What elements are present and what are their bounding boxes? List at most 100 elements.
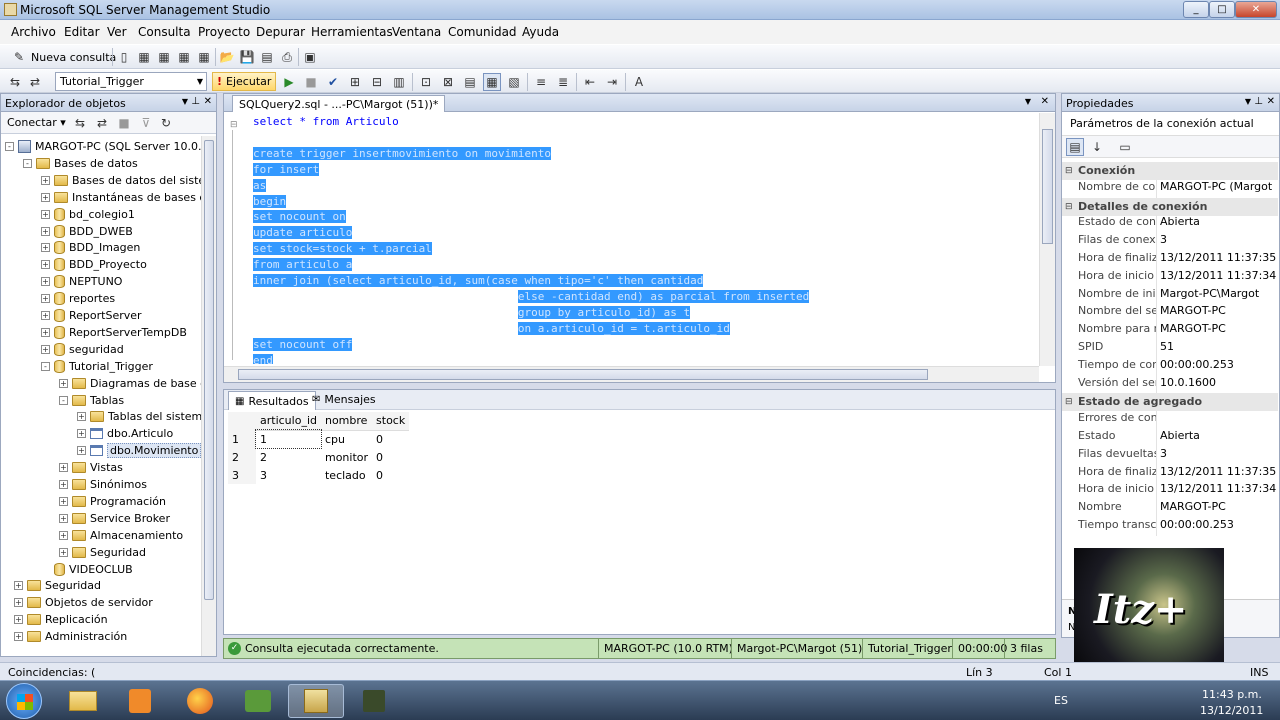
tab-messages[interactable]: ✉ Mensajes <box>312 393 376 406</box>
analysis-query-icon[interactable]: ▦ <box>155 48 173 66</box>
property-row[interactable]: Estado de conexicAbierta <box>1062 215 1278 234</box>
column-header[interactable]: nombre <box>320 412 373 431</box>
property-row[interactable]: Errores de conexic <box>1062 411 1278 430</box>
refresh-icon[interactable]: ↻ <box>157 114 175 132</box>
expand-icon[interactable]: + <box>77 429 86 439</box>
expand-icon[interactable]: + <box>41 277 50 287</box>
menu-comunidad[interactable]: Comunidad <box>448 25 517 39</box>
clock-date[interactable]: 13/12/2011 <box>1200 704 1263 717</box>
code-line[interactable]: as <box>253 178 267 194</box>
results-file-icon[interactable]: ▧ <box>505 73 523 91</box>
editor-vscrollbar[interactable] <box>1039 113 1055 366</box>
chevron-down-icon[interactable]: ▼ <box>1245 97 1251 106</box>
properties-object-selector[interactable]: Parámetros de la conexión actual <box>1062 112 1279 136</box>
property-row[interactable]: Hora de inicio 13/12/2011 11:37:34 p <box>1062 482 1278 501</box>
code-line[interactable]: group by articulo_id) as t <box>253 305 691 321</box>
code-line[interactable]: set nocount on <box>253 209 346 225</box>
expand-icon[interactable]: + <box>59 463 68 473</box>
property-row[interactable]: Tiempo de conexi00:00:00.253 <box>1062 357 1278 376</box>
save-icon[interactable]: 💾 <box>238 48 256 66</box>
categorized-icon[interactable]: ▤ <box>1066 138 1084 156</box>
tree-node[interactable]: - Tablas <box>59 392 124 409</box>
code-line[interactable]: begin <box>253 194 287 210</box>
close-icon[interactable]: ✕ <box>1041 96 1049 107</box>
cancel-query-icon[interactable]: ■ <box>302 73 320 91</box>
expand-icon[interactable]: + <box>41 175 50 185</box>
expand-icon[interactable]: + <box>14 581 23 591</box>
code-line[interactable]: create trigger insertmovimiento on movim… <box>253 146 552 162</box>
tree-node[interactable]: + dbo.Movimiento <box>77 442 201 459</box>
maximize-button[interactable]: □ <box>1209 1 1235 18</box>
expand-icon[interactable]: + <box>41 294 50 304</box>
language-indicator[interactable]: ES <box>1054 694 1068 707</box>
tree-node[interactable]: + BDD_DWEB <box>41 223 133 240</box>
expand-icon[interactable]: + <box>14 615 23 625</box>
ssms-taskbar-icon[interactable] <box>288 684 344 718</box>
code-line[interactable]: update articulo <box>253 225 353 241</box>
expand-icon[interactable]: + <box>14 598 23 608</box>
row-number[interactable]: 2 <box>228 448 256 466</box>
tree-node[interactable]: + Seguridad <box>59 544 146 561</box>
alphabetical-icon[interactable]: ↓ <box>1088 138 1106 156</box>
menu-ventana[interactable]: Ventana <box>392 25 441 39</box>
editor-text[interactable]: select * from Articulo create trigger ins… <box>253 114 1038 364</box>
property-row[interactable]: Filas de conexión3 <box>1062 233 1278 252</box>
open-file-icon[interactable]: 📂 <box>218 48 236 66</box>
property-row[interactable]: Hora de finalizaci13/12/2011 11:37:35 p <box>1062 464 1278 483</box>
table-cell[interactable]: teclado <box>321 466 372 484</box>
tree-node[interactable]: + Sinónimos <box>59 476 147 493</box>
menu-ayuda[interactable]: Ayuda <box>522 25 559 39</box>
specify-values-icon[interactable]: A <box>630 73 648 91</box>
explorer-taskbar-icon[interactable] <box>55 684 111 718</box>
property-row[interactable]: Filas devueltas 3 <box>1062 446 1278 465</box>
expand-icon[interactable]: + <box>14 632 23 642</box>
tree-node[interactable]: + seguridad <box>41 341 124 358</box>
tree-node[interactable]: + Administración <box>14 628 127 645</box>
menu-proyecto[interactable]: Proyecto <box>198 25 250 39</box>
tree-node[interactable]: - MARGOT-PC (SQL Server 10.0.1600 - <box>5 138 201 155</box>
table-cell[interactable]: monitor <box>321 448 372 466</box>
tree-node[interactable]: + Objetos de servidor <box>14 594 153 611</box>
menu-ver[interactable]: Ver <box>107 25 127 39</box>
code-line[interactable]: inner join (select articulo_id, sum(case… <box>253 273 704 289</box>
intellisense-icon[interactable]: ▥ <box>390 73 408 91</box>
menu-editar[interactable]: Editar <box>64 25 100 39</box>
tree-node[interactable]: + ReportServer <box>41 307 142 324</box>
table-cell[interactable]: 1 <box>255 429 322 449</box>
column-header[interactable]: stock <box>372 412 410 431</box>
tab-results[interactable]: ▦ Resultados <box>228 391 316 410</box>
table-cell[interactable]: 0 <box>372 448 409 466</box>
property-category[interactable]: Conexión ⊟ <box>1062 162 1278 180</box>
collapse-icon[interactable]: - <box>41 361 50 371</box>
close-icon[interactable]: ✕ <box>204 96 212 107</box>
table-row[interactable]: 3 3 teclado 0 <box>228 466 409 484</box>
close-button[interactable]: ✕ <box>1235 1 1277 18</box>
property-category[interactable]: Estado de agregado ⊟ <box>1062 393 1278 412</box>
expand-icon[interactable]: + <box>59 530 68 540</box>
expand-icon[interactable]: + <box>41 226 50 236</box>
comment-icon[interactable]: ≡ <box>532 73 550 91</box>
filter-icon[interactable]: ⊽ <box>137 114 155 132</box>
code-line[interactable]: from articulo a <box>253 257 353 273</box>
editor-hscrollbar[interactable] <box>224 366 1039 382</box>
property-row[interactable]: Nombre de conexMARGOT-PC (Margot <box>1062 179 1278 198</box>
tree-node[interactable]: + BDD_Imagen <box>41 239 140 256</box>
expand-icon[interactable]: + <box>59 547 68 557</box>
parse-check-icon[interactable]: ✔ <box>324 73 342 91</box>
tree-node[interactable]: - Bases de datos <box>23 155 138 172</box>
code-line[interactable]: end <box>253 353 273 364</box>
db-engine-query-icon[interactable]: ▦ <box>135 48 153 66</box>
row-number[interactable]: 1 <box>228 430 256 448</box>
xmla-query-icon[interactable]: ▦ <box>195 48 213 66</box>
expand-icon[interactable]: + <box>41 209 50 219</box>
expand-icon[interactable]: + <box>41 327 50 337</box>
start-button[interactable] <box>6 683 42 719</box>
results-grid-icon[interactable]: ▦ <box>483 73 501 91</box>
tree-node[interactable]: + Tablas del sistema <box>77 408 201 425</box>
disconnect-icon[interactable]: ⇄ <box>93 114 111 132</box>
results-text-icon[interactable]: ▤ <box>461 73 479 91</box>
tree-node[interactable]: + Instantáneas de bases de datc <box>41 189 201 206</box>
menu-archivo[interactable]: Archivo <box>11 25 56 39</box>
expand-icon[interactable]: + <box>41 311 50 320</box>
client-stats-icon[interactable]: ⊠ <box>439 73 457 91</box>
